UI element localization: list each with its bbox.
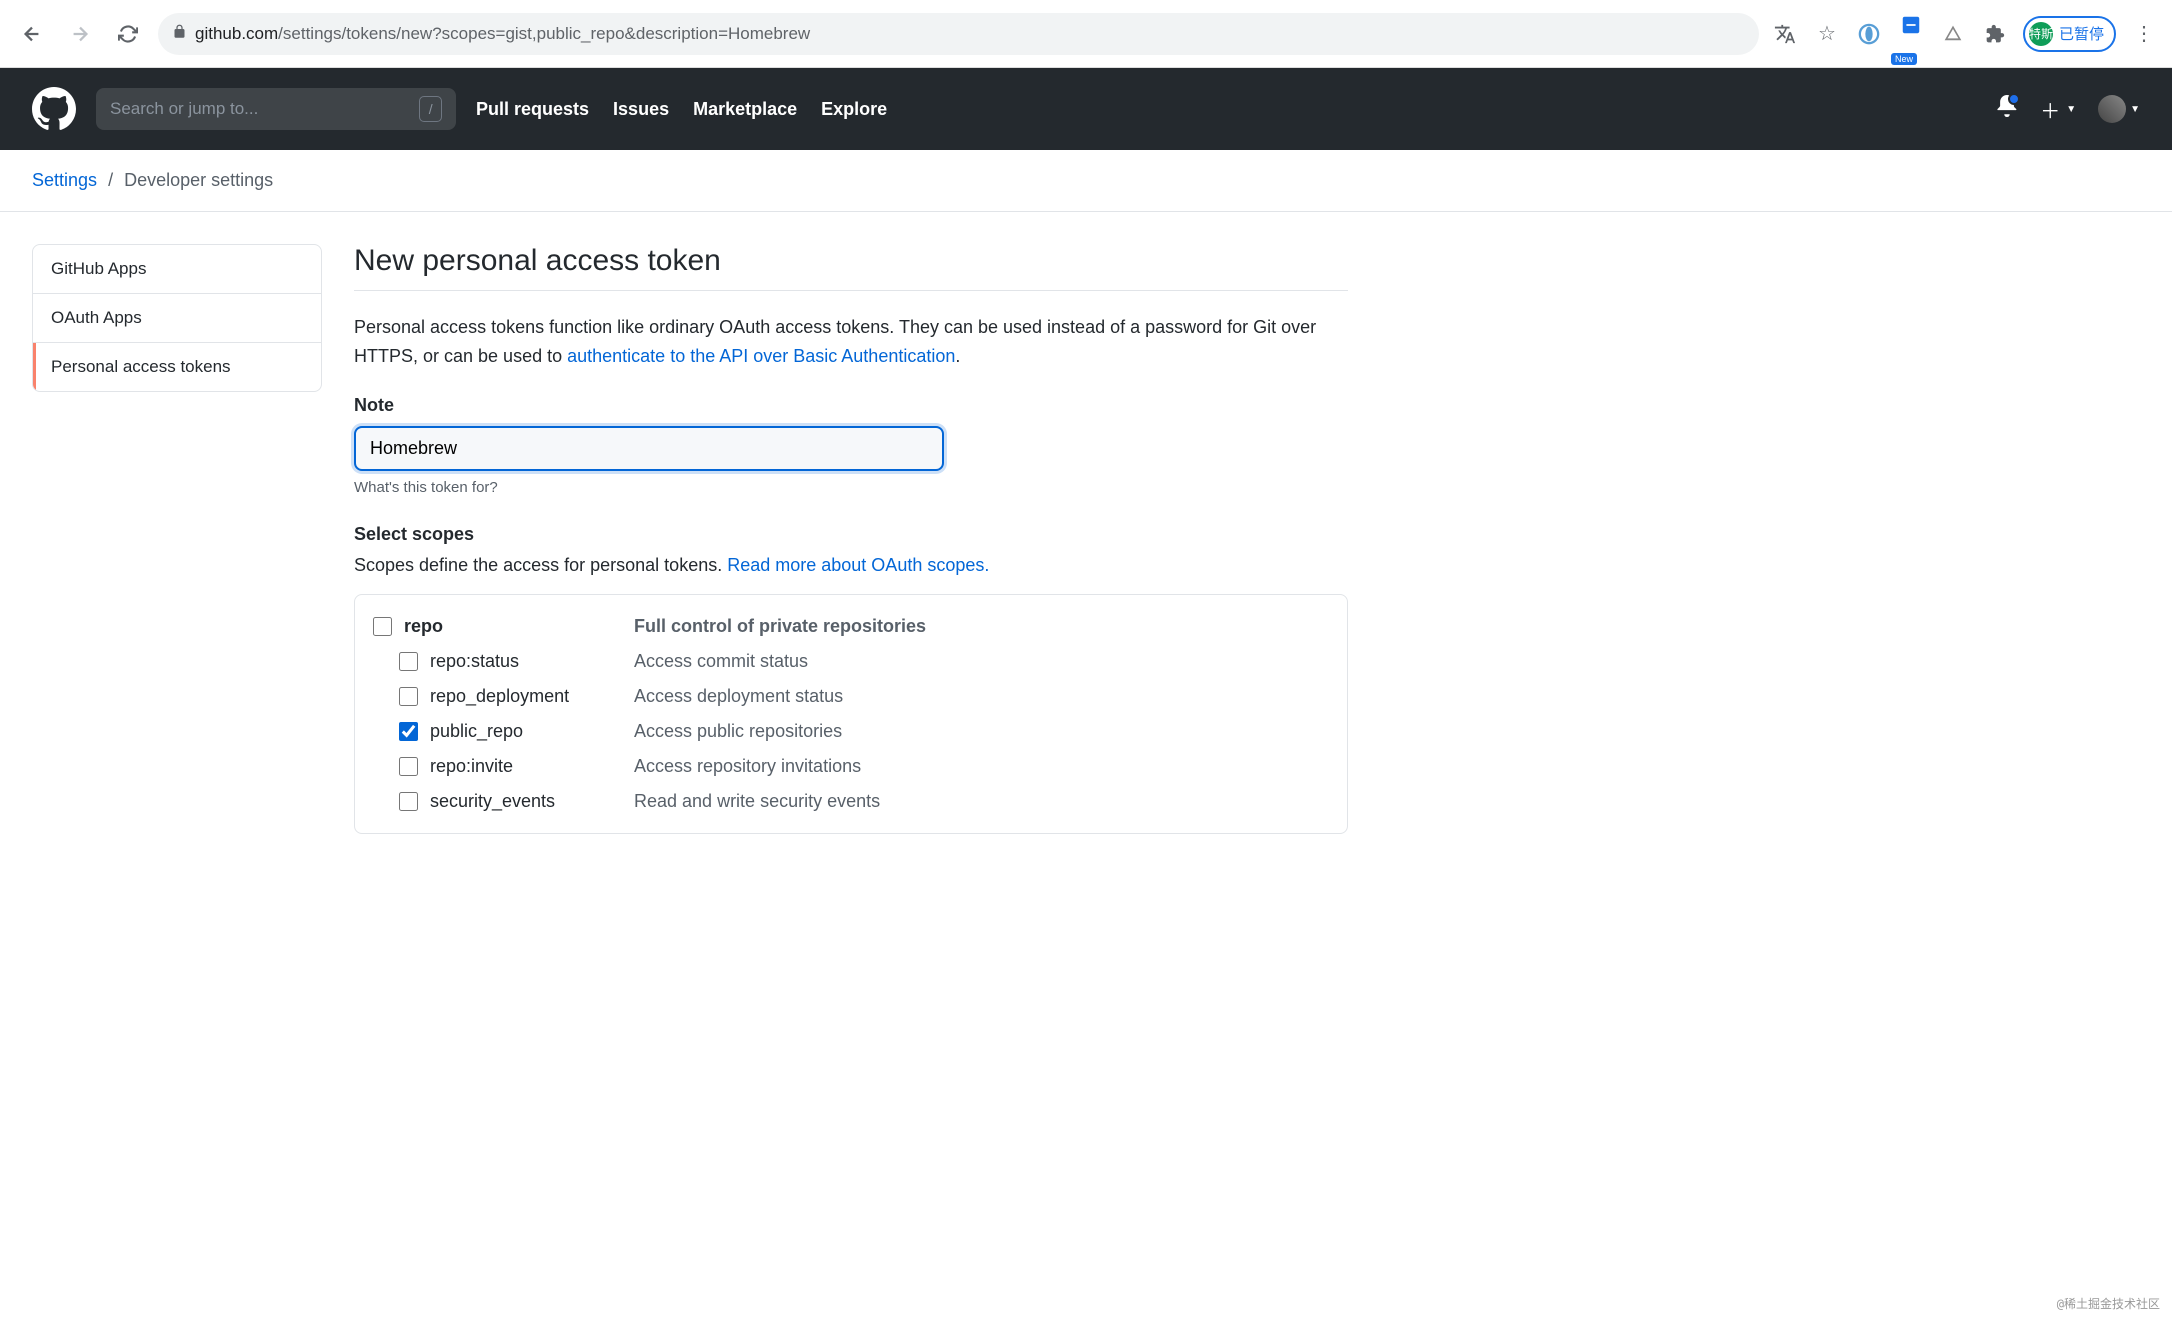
back-button[interactable] <box>14 16 50 52</box>
scopes-intro: Scopes define the access for personal to… <box>354 555 1348 576</box>
sidebar-item-github-apps[interactable]: GitHub Apps <box>33 245 321 294</box>
create-new-dropdown[interactable]: ＋▼ <box>2040 95 2076 124</box>
breadcrumb-settings[interactable]: Settings <box>32 170 97 190</box>
profile-status-text: 已暂停 <box>2059 23 2104 44</box>
breadcrumb-current: Developer settings <box>124 170 273 190</box>
watermark: @稀土掘金技术社区 <box>2057 1295 2160 1312</box>
avatar <box>2098 95 2126 123</box>
new-badge: New <box>1891 53 1917 65</box>
scope-name: repo_deployment <box>430 686 634 707</box>
note-label: Note <box>354 395 1348 416</box>
page-title: New personal access token <box>354 244 1348 291</box>
scope-description: Access deployment status <box>634 686 843 707</box>
profile-badge[interactable]: 特斯 已暂停 <box>2023 16 2116 52</box>
search-input[interactable] <box>110 99 419 119</box>
scope-name: repo:status <box>430 651 634 672</box>
sidebar-item-oauth-apps[interactable]: OAuth Apps <box>33 294 321 343</box>
nav-marketplace[interactable]: Marketplace <box>693 99 797 120</box>
scopes-docs-link[interactable]: Read more about OAuth scopes. <box>727 555 989 575</box>
scope-description: Access public repositories <box>634 721 842 742</box>
scope-description: Access repository invitations <box>634 756 861 777</box>
scope-checkbox-repo-deployment[interactable] <box>399 687 418 706</box>
nav-pull-requests[interactable]: Pull requests <box>476 99 589 120</box>
browser-toolbar: github.com/settings/tokens/new?scopes=gi… <box>0 0 2172 68</box>
scope-row-security-events: security_eventsRead and write security e… <box>373 784 1329 819</box>
notifications-icon[interactable] <box>1996 95 2018 123</box>
scope-name: public_repo <box>430 721 634 742</box>
scope-name: security_events <box>430 791 634 812</box>
scope-name: repo:invite <box>430 756 634 777</box>
translate-icon[interactable] <box>1771 20 1799 48</box>
opera-icon[interactable] <box>1855 20 1883 48</box>
scope-row-repo: repoFull control of private repositories <box>373 609 1329 644</box>
primary-nav: Pull requests Issues Marketplace Explore <box>476 99 887 120</box>
scope-row-repo-deployment: repo_deploymentAccess deployment status <box>373 679 1329 714</box>
scope-description: Read and write security events <box>634 791 880 812</box>
intro-text: Personal access tokens function like ord… <box>354 313 1348 371</box>
scopes-list: repoFull control of private repositories… <box>354 594 1348 834</box>
menu-icon[interactable]: ⋮ <box>2130 20 2158 48</box>
scope-description: Access commit status <box>634 651 808 672</box>
sidebar: GitHub AppsOAuth AppsPersonal access tok… <box>32 244 322 834</box>
scope-description: Full control of private repositories <box>634 616 926 637</box>
github-logo[interactable] <box>32 87 76 131</box>
scope-checkbox-repo[interactable] <box>373 617 392 636</box>
scope-name: repo <box>404 616 634 637</box>
slash-shortcut-icon: / <box>419 96 442 122</box>
scope-checkbox-repo-invite[interactable] <box>399 757 418 776</box>
reload-button[interactable] <box>110 16 146 52</box>
scope-checkbox-security-events[interactable] <box>399 792 418 811</box>
nav-explore[interactable]: Explore <box>821 99 887 120</box>
browser-extensions: ☆ New 特斯 已暂停 ⋮ <box>1771 11 2158 57</box>
forward-button[interactable] <box>62 16 98 52</box>
extensions-icon[interactable] <box>1981 20 2009 48</box>
main-content: New personal access token Personal acces… <box>354 244 1348 834</box>
profile-avatar-icon: 特斯 <box>2029 22 2053 46</box>
user-menu[interactable]: ▼ <box>2098 95 2140 123</box>
scope-row-public-repo: public_repoAccess public repositories <box>373 714 1329 749</box>
nav-issues[interactable]: Issues <box>613 99 669 120</box>
note-hint: What's this token for? <box>354 479 1348 496</box>
github-header: / Pull requests Issues Marketplace Explo… <box>0 68 2172 150</box>
scope-checkbox-repo-status[interactable] <box>399 652 418 671</box>
scope-row-repo-status: repo:statusAccess commit status <box>373 644 1329 679</box>
scopes-heading: Select scopes <box>354 524 1348 545</box>
address-bar[interactable]: github.com/settings/tokens/new?scopes=gi… <box>158 13 1759 55</box>
star-icon[interactable]: ☆ <box>1813 20 1841 48</box>
url-text: github.com/settings/tokens/new?scopes=gi… <box>195 24 810 44</box>
vue-icon[interactable] <box>1939 20 1967 48</box>
save-extension-icon[interactable]: New <box>1897 11 1925 57</box>
scope-row-repo-invite: repo:inviteAccess repository invitations <box>373 749 1329 784</box>
breadcrumb: Settings / Developer settings <box>0 150 2172 212</box>
sidebar-item-personal-access-tokens[interactable]: Personal access tokens <box>33 343 321 391</box>
search-box[interactable]: / <box>96 88 456 130</box>
note-input[interactable] <box>354 426 944 471</box>
auth-docs-link[interactable]: authenticate to the API over Basic Authe… <box>567 346 955 366</box>
notification-dot <box>2008 93 2020 105</box>
lock-icon <box>172 24 187 44</box>
scope-checkbox-public-repo[interactable] <box>399 722 418 741</box>
